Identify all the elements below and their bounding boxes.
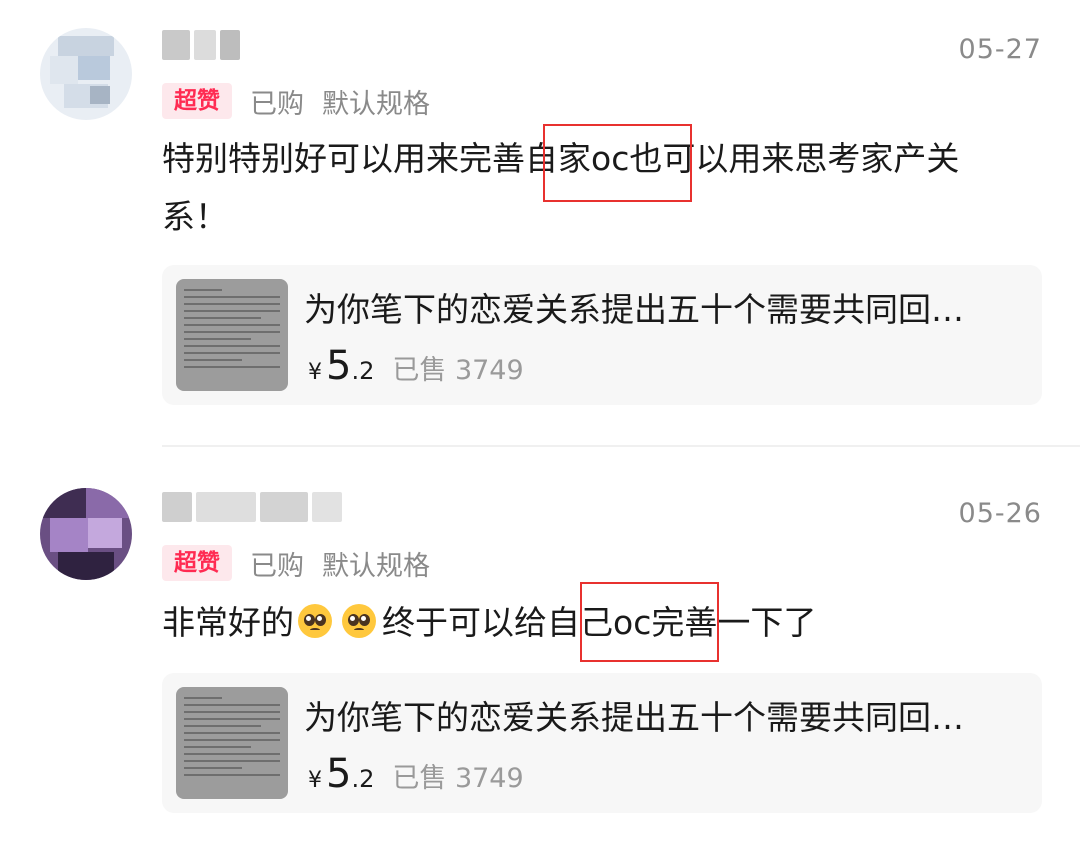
review-date: 05-27 (958, 34, 1042, 65)
sold-count: 已售 3749 (392, 763, 524, 794)
divider (162, 445, 1080, 447)
currency-symbol: ¥ (308, 360, 322, 385)
price-row: ¥ 5 .2 已售 3749 (308, 343, 524, 389)
sold-count: 已售 3749 (392, 355, 524, 386)
pleading-face-icon (342, 604, 376, 638)
price-decimal: .2 (351, 357, 375, 385)
product-title: 为你笔下的恋爱关系提出五十个需要共同回… (304, 290, 964, 329)
pleading-face-icon (298, 604, 332, 638)
avatar[interactable] (40, 28, 132, 120)
price-integer: 5 (326, 343, 352, 389)
product-thumbnail (176, 279, 288, 391)
currency-symbol: ¥ (308, 768, 322, 793)
product-title: 为你笔下的恋爱关系提出五十个需要共同回… (304, 698, 964, 737)
highlight-box (543, 124, 692, 202)
purchased-label: 已购 (250, 550, 304, 582)
price-decimal: .2 (351, 765, 375, 793)
review-meta: 超赞 已购 默认规格 (162, 82, 430, 120)
review-meta: 超赞 已购 默认规格 (162, 544, 430, 582)
username-blurred (162, 492, 342, 528)
price-integer: 5 (326, 751, 352, 797)
spec-label: 默认规格 (322, 550, 430, 582)
product-card[interactable]: 为你笔下的恋爱关系提出五十个需要共同回… ¥ 5 .2 已售 3749 (162, 265, 1042, 405)
purchased-label: 已购 (250, 88, 304, 120)
spec-label: 默认规格 (322, 88, 430, 120)
highlight-box (580, 582, 719, 662)
username-blurred (162, 30, 240, 66)
review-date: 05-26 (958, 498, 1042, 529)
product-thumbnail (176, 687, 288, 799)
price-row: ¥ 5 .2 已售 3749 (308, 751, 524, 797)
review-item: 05-27 超赞 已购 默认规格 特别特别好可以用来完善自家oc也可以用来思考家… (0, 0, 1080, 445)
product-card[interactable]: 为你笔下的恋爱关系提出五十个需要共同回… ¥ 5 .2 已售 3749 (162, 673, 1042, 813)
avatar[interactable] (40, 488, 132, 580)
rating-badge: 超赞 (162, 545, 232, 581)
review-content-text: 非常好的 (162, 603, 294, 642)
review-item: 05-26 超赞 已购 默认规格 非常好的 终于可以给自己oc完善一下了 为你笔下… (0, 448, 1080, 850)
rating-badge: 超赞 (162, 83, 232, 119)
